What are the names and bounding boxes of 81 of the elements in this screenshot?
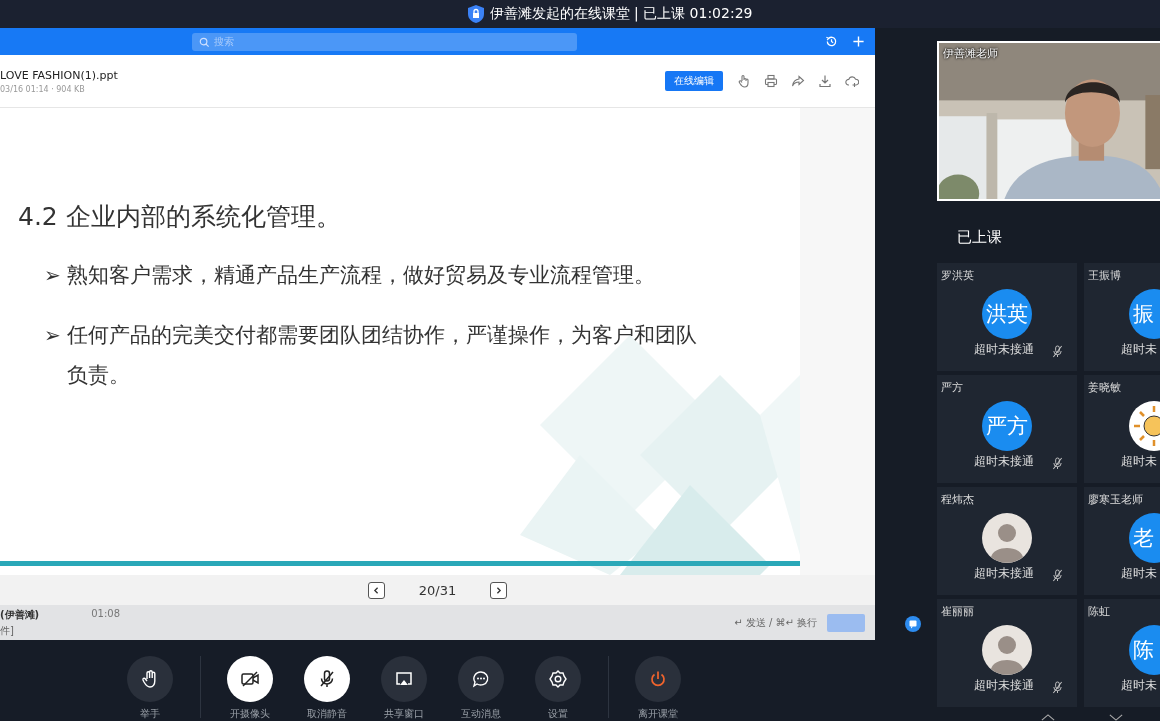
- chat-message: 件]: [0, 623, 15, 638]
- search-icon: [199, 36, 210, 48]
- print-icon[interactable]: [764, 74, 778, 88]
- connection-status: 超时未接通: [974, 565, 1034, 582]
- settings-icon: [548, 669, 568, 689]
- cloud-add-icon[interactable]: [845, 74, 859, 88]
- participant-name: 严方: [941, 380, 963, 395]
- avatar: 洪英: [982, 289, 1032, 339]
- avatar: 振: [1129, 289, 1160, 339]
- bullet-text: 熟知客户需求，精通产品生产流程，做好贸易及专业流程管理。: [66, 262, 655, 289]
- control-label: 取消静音: [307, 707, 347, 721]
- chat-sender: (伊善滩): [0, 607, 40, 622]
- connection-status: 超时未接通: [974, 341, 1034, 358]
- participant-name: 陈虹: [1088, 604, 1110, 619]
- chat-bubble-icon[interactable]: [904, 616, 921, 632]
- participant-card[interactable]: 程炜杰 超时未接通: [937, 487, 1077, 595]
- participant-card[interactable]: 王振博 振 超时未: [1084, 263, 1160, 371]
- bullet-text: 任何产品的完美交付都需要团队团结协作，严谨操作，为客户和团队负责。: [66, 322, 698, 389]
- camera-button[interactable]: [227, 656, 273, 702]
- control-label: 离开课堂: [638, 707, 678, 721]
- file-meta: 03/16 01:14 · 904 KB: [0, 84, 86, 94]
- connection-status: 超时未: [1121, 341, 1157, 358]
- file-name: LOVE FASHION(1).ppt: [0, 68, 118, 82]
- video-name-label: 伊善滩老师: [943, 46, 998, 61]
- camera-off-icon: [240, 669, 260, 689]
- scroll-down-icon[interactable]: [1108, 714, 1124, 721]
- control-label: 举手: [140, 707, 160, 721]
- chat-button[interactable]: [458, 656, 504, 702]
- participant-name: 王振博: [1088, 268, 1121, 283]
- user-avatar-icon: [982, 513, 1032, 563]
- lock-shield-icon: [467, 5, 484, 23]
- screen-button[interactable]: [381, 656, 427, 702]
- leave-button[interactable]: [635, 656, 681, 702]
- hand-button[interactable]: [127, 656, 173, 702]
- bullet-marker: ➢: [44, 262, 61, 289]
- participant-card[interactable]: 崔丽丽 超时未接通: [937, 599, 1077, 707]
- participant-card[interactable]: 廖寒玉老师 老 超时未: [1084, 487, 1160, 595]
- participant-card[interactable]: 陈虹 陈 超时未: [1084, 599, 1160, 707]
- control-label: 共享窗口: [384, 707, 424, 721]
- participant-card[interactable]: 姜晓敏 超时未: [1084, 375, 1160, 483]
- connection-status: 超时未: [1121, 677, 1157, 694]
- participant-name: 罗洪英: [941, 268, 974, 283]
- control-label: 互动消息: [461, 707, 501, 721]
- send-hint: ↵ 发送 / ⌘↵ 换行: [734, 615, 817, 630]
- participant-card[interactable]: 严方 严方 超时未接通: [937, 375, 1077, 483]
- control-label: 开摄像头: [230, 707, 270, 721]
- participant-card[interactable]: 罗洪英 洪英 超时未接通: [937, 263, 1077, 371]
- connection-status: 超时未接通: [974, 677, 1034, 694]
- bullet-marker: ➢: [44, 322, 61, 349]
- user-avatar-icon: [982, 625, 1032, 675]
- download-icon[interactable]: [818, 74, 832, 88]
- history-icon[interactable]: [825, 35, 838, 48]
- participant-name: 程炜杰: [941, 492, 974, 507]
- slide-title: 4.2 企业内部的系统化管理。: [18, 201, 342, 233]
- mic-button[interactable]: [304, 656, 350, 702]
- avatar: 严方: [982, 401, 1032, 451]
- avatar: 陈: [1129, 625, 1160, 675]
- page-number: 20/31: [418, 582, 457, 598]
- chat-time: 01:08: [91, 607, 120, 621]
- plus-icon[interactable]: [852, 35, 865, 48]
- scroll-up-icon[interactable]: [1040, 714, 1056, 721]
- edit-online-button[interactable]: 在线编辑: [665, 71, 723, 91]
- hand-icon[interactable]: [737, 74, 751, 88]
- chat-icon: [471, 669, 491, 689]
- avatar: 老: [1129, 513, 1160, 563]
- control-label: 设置: [548, 707, 568, 721]
- connection-status: 超时未: [1121, 565, 1157, 582]
- title-text: 伊善滩发起的在线课堂 | 已上课 01:02:29: [489, 5, 753, 23]
- connection-status: 超时未: [1121, 453, 1157, 470]
- settings-button[interactable]: [535, 656, 581, 702]
- participant-name: 崔丽丽: [941, 604, 974, 619]
- section-heading: 已上课: [957, 228, 1003, 247]
- previous-page-button[interactable]: [367, 581, 385, 599]
- mic-off-icon: [317, 669, 337, 689]
- next-page-button[interactable]: [490, 581, 508, 599]
- share-icon[interactable]: [791, 74, 805, 88]
- power-icon: [648, 669, 668, 689]
- connection-status: 超时未接通: [974, 453, 1034, 470]
- search-field[interactable]: 搜索: [192, 32, 577, 51]
- participant-name: 廖寒玉老师: [1088, 492, 1143, 507]
- participant-name: 姜晓敏: [1088, 380, 1121, 395]
